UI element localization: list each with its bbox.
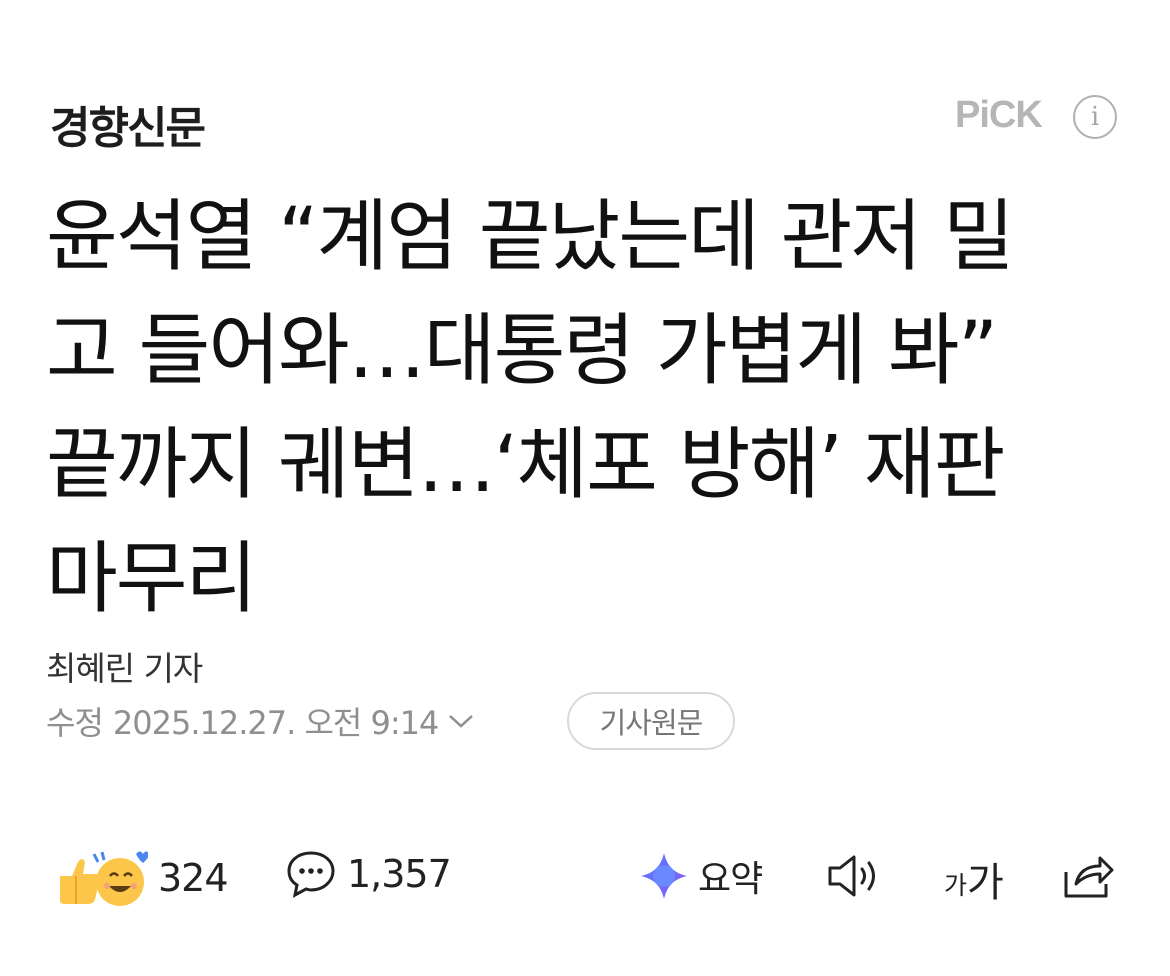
reaction-button[interactable]: 324 [52, 848, 229, 908]
pick-label: PiCK [955, 94, 1043, 136]
modified-date: 2025.12.27. 오전 9:14 [112, 704, 439, 742]
listen-button[interactable] [826, 852, 886, 900]
modified-timestamp: 수정 2025.12.27. 오전 9:14 [46, 698, 478, 744]
headline-line: 끝까지 궤변…‘체포 방해’ 재판 [46, 420, 1005, 510]
speaker-icon [828, 855, 875, 897]
share-icon [1064, 856, 1114, 898]
headline-line: 마무리 [46, 534, 257, 624]
modified-label: 수정 [46, 704, 104, 742]
info-circle-icon: i [1090, 102, 1100, 132]
summary-label: 요약 [698, 859, 763, 900]
reaction-emoji-icon [60, 851, 148, 906]
font-size-large-label: 가 [967, 860, 1004, 906]
font-size-small-label: 가 [944, 871, 968, 900]
font-size-button[interactable]: 가 가 [944, 850, 1004, 908]
chevron-down-icon[interactable] [446, 705, 478, 737]
article-action-bar: 324 1,357 요약 가 가 [0, 840, 1170, 920]
headline-line: 고 들어와…대통령 가볍게 봐” [46, 306, 998, 396]
publisher-logo[interactable]: 경향신문 [50, 92, 206, 156]
comment-count: 1,357 [347, 852, 452, 896]
reaction-count: 324 [158, 856, 229, 900]
summary-button[interactable]: 요약 [638, 850, 763, 902]
article-header: 경향신문 PiCK i 윤석열 “계엄 끝났는데 관저 밀 고 들어와…대통령 … [0, 0, 1170, 976]
article-headline: 윤석열 “계엄 끝났는데 관저 밀 고 들어와…대통령 가볍게 봐” 끝까지 궤… [46, 180, 1136, 636]
share-button[interactable] [1060, 850, 1116, 902]
ai-sparkle-icon [641, 853, 687, 899]
original-article-button[interactable]: 기사원문 [567, 692, 735, 750]
comment-button[interactable]: 1,357 [285, 848, 452, 900]
info-button[interactable]: i [1073, 95, 1117, 139]
reporter-name[interactable]: 최혜린 기자 [46, 642, 203, 690]
speech-bubble-icon [287, 851, 335, 898]
headline-line: 윤석열 “계엄 끝났는데 관저 밀 [46, 192, 1015, 282]
